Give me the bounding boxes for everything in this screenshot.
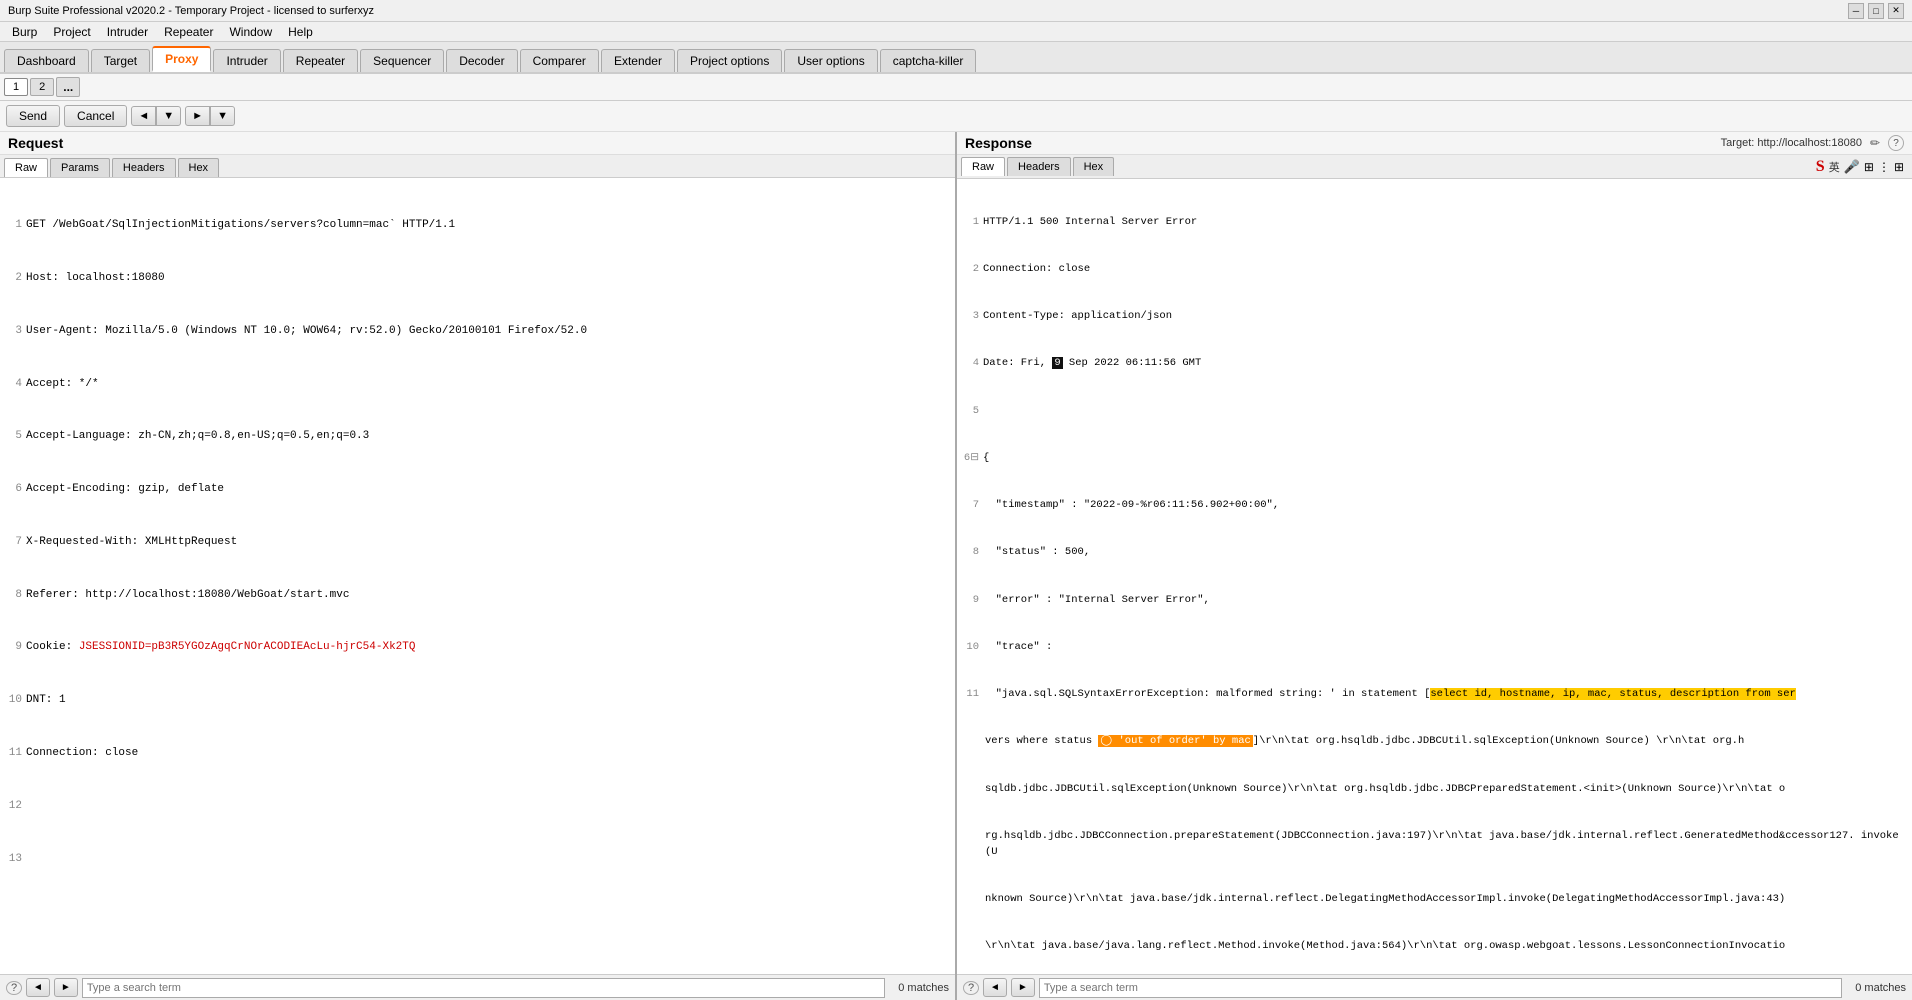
grid-icon[interactable]: ⊞: [1894, 160, 1904, 174]
toolbar: Send Cancel ◄ ▼ ► ▼: [0, 101, 1912, 132]
response-content: 1HTTP/1.1 500 Internal Server Error 2Con…: [957, 179, 1912, 974]
tab-extender[interactable]: Extender: [601, 49, 675, 72]
response-tab-raw[interactable]: Raw: [961, 157, 1005, 176]
response-search-help[interactable]: ?: [963, 981, 979, 995]
panels-container: Request Raw Params Headers Hex 1GET /Web…: [0, 132, 1912, 1000]
subtab-more[interactable]: ...: [56, 77, 80, 97]
tab-captcha-killer[interactable]: captcha-killer: [880, 49, 977, 72]
request-search-input[interactable]: [82, 978, 885, 998]
response-search-input[interactable]: [1039, 978, 1842, 998]
request-search-next[interactable]: ►: [54, 978, 78, 997]
request-panel: Request Raw Params Headers Hex 1GET /Web…: [0, 132, 957, 1000]
tab-decoder[interactable]: Decoder: [446, 49, 517, 72]
nav-fwd-prev[interactable]: ►: [185, 106, 210, 126]
tab-target[interactable]: Target: [91, 49, 150, 72]
request-search-help[interactable]: ?: [6, 981, 22, 995]
menu-intruder[interactable]: Intruder: [99, 23, 156, 41]
main-tab-bar: Dashboard Target Proxy Intruder Repeater…: [0, 42, 1912, 74]
request-title: Request: [8, 135, 63, 151]
s-logo: S: [1816, 158, 1825, 176]
subtab-bar: 1 2 ...: [0, 74, 1912, 101]
subtab-1[interactable]: 1: [4, 78, 28, 96]
tab-proxy[interactable]: Proxy: [152, 46, 211, 72]
send-button[interactable]: Send: [6, 105, 60, 127]
nav-fwd-group: ► ▼: [185, 106, 235, 126]
title-bar: Burp Suite Professional v2020.2 - Tempor…: [0, 0, 1912, 22]
request-tab-raw[interactable]: Raw: [4, 158, 48, 177]
minimize-btn[interactable]: ─: [1848, 3, 1864, 19]
response-search-prev[interactable]: ◄: [983, 978, 1007, 997]
window-controls[interactable]: ─ □ ✕: [1848, 3, 1904, 19]
target-info: Target: http://localhost:18080: [1721, 137, 1862, 149]
tab-project-options[interactable]: Project options: [677, 49, 782, 72]
nav-back-prev[interactable]: ◄: [131, 106, 156, 126]
response-search-next[interactable]: ►: [1011, 978, 1035, 997]
tab-intruder[interactable]: Intruder: [213, 49, 280, 72]
menu-help[interactable]: Help: [280, 23, 321, 41]
response-search-bar: ? ◄ ► 0 matches: [957, 974, 1912, 1000]
menu-project[interactable]: Project: [45, 23, 98, 41]
title-bar-text: Burp Suite Professional v2020.2 - Tempor…: [8, 5, 374, 17]
menu-repeater[interactable]: Repeater: [156, 23, 221, 41]
menu-burp[interactable]: Burp: [4, 23, 45, 41]
tab-sequencer[interactable]: Sequencer: [360, 49, 444, 72]
cookie-value: JSESSIONID=pB3R5YGOzAgqCrNOrACODIEAcLu-h…: [79, 641, 416, 653]
microphone-icon[interactable]: 🎤: [1844, 159, 1860, 175]
request-tab-params[interactable]: Params: [50, 158, 110, 177]
tab-repeater[interactable]: Repeater: [283, 49, 358, 72]
request-tab-hex[interactable]: Hex: [178, 158, 220, 177]
copy-icon[interactable]: ⊞: [1864, 160, 1874, 174]
response-tab-hex[interactable]: Hex: [1073, 157, 1115, 176]
request-tab-headers[interactable]: Headers: [112, 158, 176, 177]
nav-back-next[interactable]: ▼: [156, 106, 181, 126]
maximize-btn[interactable]: □: [1868, 3, 1884, 19]
tab-comparer[interactable]: Comparer: [520, 49, 599, 72]
close-btn[interactable]: ✕: [1888, 3, 1904, 19]
cancel-button[interactable]: Cancel: [64, 105, 127, 127]
request-search-prev[interactable]: ◄: [26, 978, 50, 997]
request-match-count: 0 matches: [889, 982, 949, 994]
request-tabs: Raw Params Headers Hex: [0, 155, 955, 178]
edit-icon[interactable]: ✏: [1870, 136, 1880, 150]
menu-bar: Burp Project Intruder Repeater Window He…: [0, 22, 1912, 42]
subtab-2[interactable]: 2: [30, 78, 54, 96]
response-tabs: Raw Headers Hex: [961, 157, 1114, 176]
response-toolbar-icons: S 英 🎤 ⊞ ⋮ ⊞: [1816, 158, 1908, 176]
tab-dashboard[interactable]: Dashboard: [4, 49, 89, 72]
nav-fwd-next[interactable]: ▼: [210, 106, 235, 126]
tab-user-options[interactable]: User options: [784, 49, 877, 72]
more-icon[interactable]: ⋮: [1878, 160, 1890, 174]
response-match-count: 0 matches: [1846, 982, 1906, 994]
help-icon[interactable]: ?: [1888, 135, 1904, 151]
request-search-bar: ? ◄ ► 0 matches: [0, 974, 955, 1000]
nav-back-group: ◄ ▼: [131, 106, 181, 126]
lang-indicator: 英: [1829, 159, 1840, 175]
response-title: Response: [965, 135, 1032, 151]
request-content: 1GET /WebGoat/SqlInjectionMitigations/se…: [0, 178, 955, 974]
response-tab-headers[interactable]: Headers: [1007, 157, 1071, 176]
menu-window[interactable]: Window: [221, 23, 280, 41]
response-panel: Response Target: http://localhost:18080 …: [957, 132, 1912, 1000]
